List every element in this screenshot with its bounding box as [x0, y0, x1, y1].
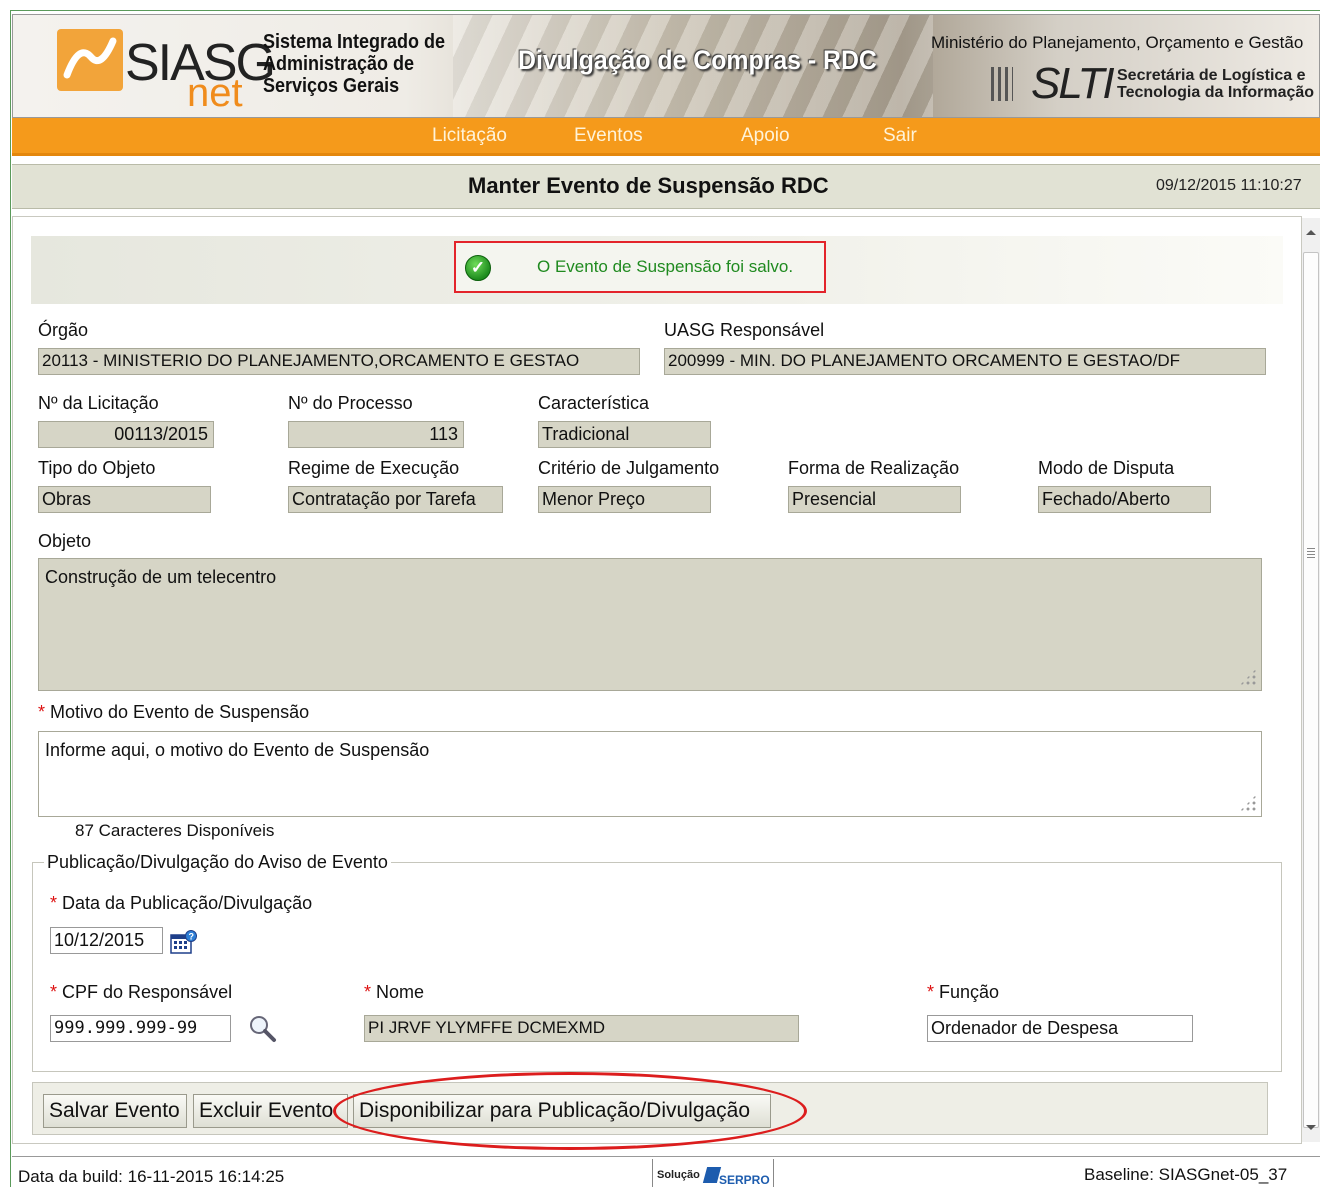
vertical-scrollbar[interactable] [1302, 218, 1320, 1142]
criterio-field: Menor Preço [538, 486, 711, 513]
regime-field: Contratação por Tarefa [288, 486, 503, 513]
system-name-line1: Sistema Integrado de [263, 31, 446, 53]
menu-item-eventos[interactable]: Eventos [574, 125, 643, 147]
data-publicacao-label-text: Data da Publicação/Divulgação [62, 893, 313, 913]
orgao-label: Órgão [38, 320, 89, 340]
motivo-label: * Motivo do Evento de Suspensão [38, 702, 310, 722]
system-name-line3: Serviços Gerais [263, 75, 400, 97]
funcao-input[interactable]: Ordenador de Despesa [927, 1015, 1193, 1042]
menu-item-sair[interactable]: Sair [883, 125, 917, 147]
app-title: Divulgação de Compras - RDC [518, 45, 877, 75]
objeto-label: Objeto [38, 531, 92, 551]
current-datetime: 09/12/2015 11:10:27 [1156, 177, 1302, 194]
build-date: Data da build: 16-11-2015 16:14:25 [18, 1167, 285, 1186]
licitacao-field: 00113/2015 [38, 421, 214, 448]
nome-field: PI JRVF YLYMFFE DCMEXMD [364, 1015, 799, 1042]
forma-field: Presencial [788, 486, 961, 513]
caracteres-disponiveis: 87 Caracteres Disponíveis [75, 821, 275, 840]
uasg-label: UASG Responsável [664, 320, 825, 340]
resize-grip-icon[interactable] [1239, 794, 1257, 812]
site-header: SIASG net Sistema Integrado de Administr… [12, 14, 1320, 118]
salvar-evento-button[interactable]: Salvar Evento [43, 1094, 187, 1128]
page-title-bar: Manter Evento de Suspensão RDC 09/12/201… [12, 164, 1320, 209]
tipo-objeto-field: Obras [38, 486, 211, 513]
resize-grip-icon [1239, 668, 1257, 686]
funcao-label: * Função [927, 982, 1000, 1002]
ministry-name: Ministério do Planejamento, Orçamento e … [931, 33, 1304, 52]
forma-label: Forma de Realização [788, 458, 960, 478]
menu-item-apoio[interactable]: Apoio [741, 125, 790, 147]
success-message-text: O Evento de Suspensão foi salvo. [537, 257, 794, 276]
serpro-logo: Solução SERPRO [652, 1159, 774, 1187]
data-publicacao-input[interactable]: 10/12/2015 [50, 927, 163, 954]
cpf-input[interactable]: 999.999.999-99 [50, 1015, 231, 1042]
objeto-field: Construção de um telecentro [38, 558, 1262, 691]
system-name: Sistema Integrado de Administração de Se… [263, 31, 461, 97]
scroll-up-arrow-icon[interactable] [1306, 230, 1316, 235]
baseline-text: Baseline: SIASGnet-05_37 [1084, 1165, 1288, 1184]
slti-subtitle: Secretária de Logística e Tecnologia da … [1117, 67, 1314, 101]
cpf-label: * CPF do Responsável [50, 982, 233, 1002]
nome-label-text: Nome [376, 982, 425, 1002]
system-name-line2: Administração de [263, 53, 415, 75]
slti-subtitle-line1: Secretária de Logística e [1117, 67, 1306, 84]
calendar-icon[interactable]: ? [170, 929, 198, 955]
page-title: Manter Evento de Suspensão RDC [468, 173, 829, 198]
motivo-text: Informe aqui, o motivo do Evento de Susp… [45, 740, 430, 760]
regime-label: Regime de Execução [288, 458, 460, 478]
motivo-textarea[interactable]: Informe aqui, o motivo do Evento de Susp… [38, 731, 1262, 817]
data-publicacao-label: * Data da Publicação/Divulgação [50, 893, 313, 913]
slti-logo-text: SLTI [1031, 59, 1115, 108]
nome-label: * Nome [364, 982, 425, 1002]
modo-field: Fechado/Aberto [1038, 486, 1211, 513]
excluir-evento-button[interactable]: Excluir Evento [193, 1094, 348, 1128]
logo-sub-text: net [187, 71, 243, 115]
processo-label: Nº do Processo [288, 393, 413, 413]
scroll-down-arrow-icon[interactable] [1306, 1125, 1316, 1130]
publicacao-legend: Publicação/Divulgação do Aviso de Evento [44, 852, 391, 873]
solucao-text: Solução [657, 1169, 700, 1181]
licitacao-label: Nº da Licitação [38, 393, 159, 413]
scrollbar-thumb[interactable] [1303, 252, 1319, 1128]
caracteristica-label: Característica [538, 393, 650, 413]
tipo-objeto-label: Tipo do Objeto [38, 458, 156, 478]
slti-logo-icon [991, 67, 1013, 101]
svg-text:?: ? [189, 932, 195, 942]
page-footer: Data da build: 16-11-2015 16:14:25 Soluç… [12, 1156, 1320, 1187]
cpf-label-text: CPF do Responsável [62, 982, 233, 1002]
motivo-label-text: Motivo do Evento de Suspensão [50, 702, 310, 722]
success-check-icon: ✓ [465, 255, 491, 281]
success-message: ✓ O Evento de Suspensão foi salvo. [454, 241, 826, 293]
processo-field: 113 [288, 421, 464, 448]
scrollbar-grip-icon [1307, 548, 1315, 558]
caracteristica-field: Tradicional [538, 421, 711, 448]
funcao-label-text: Função [939, 982, 1000, 1002]
orgao-field: 20113 - MINISTERIO DO PLANEJAMENTO,ORCAM… [38, 348, 640, 375]
serpro-text: SERPRO [719, 1173, 770, 1187]
main-menu: Licitação Eventos Apoio Sair [12, 118, 1320, 156]
disponibilizar-button[interactable]: Disponibilizar para Publicação/Divulgaçã… [353, 1094, 771, 1128]
siasg-logo-icon [57, 29, 123, 91]
objeto-text: Construção de um telecentro [45, 567, 277, 587]
slti-subtitle-line2: Tecnologia da Informação [1117, 84, 1315, 101]
modo-label: Modo de Disputa [1038, 458, 1175, 478]
criterio-label: Critério de Julgamento [538, 458, 720, 478]
menu-item-licitacao[interactable]: Licitação [432, 125, 507, 147]
uasg-field: 200999 - MIN. DO PLANEJAMENTO ORCAMENTO … [664, 348, 1266, 375]
search-icon[interactable] [247, 1013, 277, 1043]
